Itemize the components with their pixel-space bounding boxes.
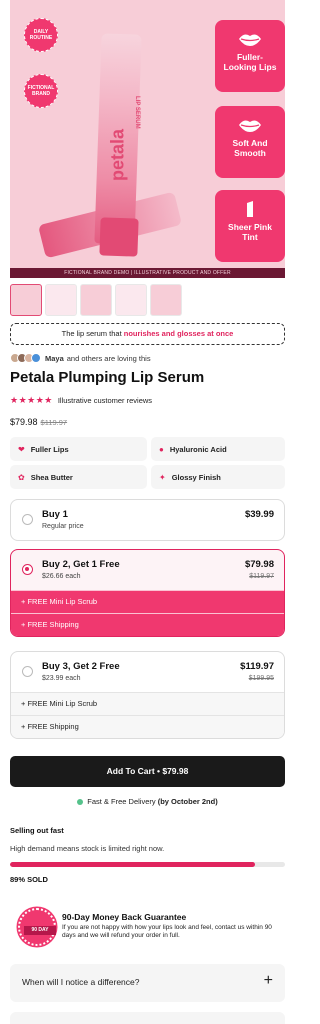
social-proof: Maya and others are loving this xyxy=(10,352,151,364)
stock-progress-bar xyxy=(10,862,285,867)
status-dot-icon xyxy=(77,799,84,806)
bundle-compare-price: $119.97 xyxy=(249,573,274,580)
delivery-info: Fast & Free Delivery (by October 2nd) xyxy=(0,797,295,806)
stock-heading: Selling out fast xyxy=(10,826,64,835)
thumbnail[interactable] xyxy=(80,284,112,316)
bundle-price: $39.99 xyxy=(244,509,274,520)
benefit-card-soft: Soft And Smooth xyxy=(215,106,285,178)
tube-sub-label: LIP SERUM xyxy=(134,96,140,129)
promo-highlight: nourishes and glosses at once xyxy=(123,329,234,338)
bundle-name: Buy 2, Get 1 Free xyxy=(42,559,120,570)
compare-price: $119.97 xyxy=(40,418,68,427)
guarantee-seal-icon: 90 DAY xyxy=(18,908,56,946)
bundle-option-3[interactable]: Buy 3, Get 2 Free $23.99 each $119.97 $1… xyxy=(10,651,285,739)
thumbnail[interactable] xyxy=(150,284,182,316)
feature-label: Fuller Lips xyxy=(30,444,69,454)
feature-glossy-finish: ✦ Glossy Finish xyxy=(151,465,285,489)
benefit-card-tint: Sheer Pink Tint xyxy=(215,190,285,262)
bundle-bonus: + FREE Shipping xyxy=(11,613,284,636)
social-name: Maya xyxy=(45,353,64,363)
delivery-text: Fast & Free Delivery xyxy=(87,797,158,806)
bundle-name: Buy 1 xyxy=(42,509,68,520)
promo-prefix: The lip serum that xyxy=(61,329,124,338)
bundle-price: $119.97 xyxy=(240,661,274,672)
radio-button[interactable] xyxy=(22,666,33,677)
promo-banner: The lip serum that nourishes and glosses… xyxy=(10,323,285,345)
lips-icon: ❤ xyxy=(18,444,25,454)
product-title: Petala Plumping Lip Serum xyxy=(10,369,205,386)
thumbnail[interactable] xyxy=(115,284,147,316)
bundle-compare-price: $199.95 xyxy=(248,675,274,682)
star-rating-icon: ★★★★★ xyxy=(10,395,53,405)
thumbnail[interactable] xyxy=(10,284,42,316)
bundle-bonus: + FREE Shipping xyxy=(11,715,284,738)
guarantee-title: 90-Day Money Back Guarantee xyxy=(62,912,187,922)
stock-progress-fill xyxy=(10,862,255,867)
bundle-option-1[interactable]: Buy 1 Regular price $39.99 xyxy=(10,499,285,541)
social-text: and others are loving this xyxy=(66,353,151,363)
verified-icon xyxy=(31,353,41,363)
delivery-date: (by October 2nd) xyxy=(157,797,218,806)
feature-fuller-lips: ❤ Fuller Lips xyxy=(10,437,147,461)
bundle-subtext: $23.99 each xyxy=(42,675,81,682)
bundle-bonus: + FREE Mini Lip Scrub xyxy=(11,692,284,715)
feature-label: Shea Butter xyxy=(30,472,73,482)
benefit-text: Soft And Smooth xyxy=(232,138,268,158)
bundle-subtext: $26.66 each xyxy=(42,573,81,580)
bundle-name: Buy 3, Get 2 Free xyxy=(42,661,120,672)
plus-icon[interactable]: + xyxy=(264,972,273,990)
stock-text: High demand means stock is limited right… xyxy=(10,844,165,853)
tube-cap-graphic xyxy=(99,217,139,257)
hero-caption: FICTIONAL BRAND DEMO | ILLUSTRATIVE PROD… xyxy=(10,268,285,278)
thumbnail[interactable] xyxy=(45,284,77,316)
guarantee-section: 90 DAY 90-Day Money Back Guarantee If yo… xyxy=(10,908,285,948)
rating-row[interactable]: ★★★★★ Illustrative customer reviews xyxy=(10,395,152,406)
bundle-header: Buy 2, Get 1 Free $26.66 each $79.98 $11… xyxy=(11,550,284,590)
guarantee-text: If you are not happy with how your lips … xyxy=(62,924,272,939)
benefit-card-fuller-lips: Fuller-Looking Lips xyxy=(215,20,285,92)
feature-shea-butter: ✿ Shea Butter xyxy=(10,465,147,489)
faq-question: When will I notice a difference? xyxy=(22,977,140,987)
lips-icon xyxy=(239,34,261,46)
feature-grid: ❤ Fuller Lips ● Hyaluronic Acid ✿ Shea Butt… xyxy=(10,437,285,489)
avatar-group xyxy=(10,353,41,363)
lipstick-icon xyxy=(247,201,253,217)
gloss-icon: ✦ xyxy=(159,472,166,482)
feature-label: Glossy Finish xyxy=(171,472,221,482)
feature-hyaluronic-acid: ● Hyaluronic Acid xyxy=(151,437,285,461)
radio-button[interactable] xyxy=(22,514,33,525)
seal-label: 90 DAY xyxy=(24,926,56,935)
price-row: $79.98 $119.97 xyxy=(10,417,67,427)
bundle-option-2[interactable]: Buy 2, Get 1 Free $26.66 each $79.98 $11… xyxy=(10,549,285,637)
brand-logo: petala xyxy=(107,128,128,182)
current-price: $79.98 xyxy=(10,417,38,427)
bundle-subtext: Regular price xyxy=(42,523,84,530)
bundle-header: Buy 1 Regular price $39.99 xyxy=(11,500,284,540)
feature-label: Hyaluronic Acid xyxy=(169,444,227,454)
butter-icon: ✿ xyxy=(18,472,25,482)
drop-icon: ● xyxy=(159,444,164,454)
lips-icon xyxy=(239,120,261,132)
bundle-header: Buy 3, Get 2 Free $23.99 each $119.97 $1… xyxy=(11,652,284,692)
sold-label: 89% SOLD xyxy=(10,875,48,884)
thumbnail-strip xyxy=(10,284,285,316)
radio-button[interactable] xyxy=(22,564,33,575)
hero-image: DAILY ROUTINE FICTIONAL BRAND petala LIP… xyxy=(10,0,285,278)
bundle-bonus: + FREE Mini Lip Scrub xyxy=(11,590,284,613)
daily-routine-badge: DAILY ROUTINE xyxy=(24,18,58,52)
benefit-text: Fuller-Looking Lips xyxy=(223,52,277,72)
add-to-cart-button[interactable]: Add To Cart • $79.98 xyxy=(10,756,285,787)
reviews-label: Illustrative customer reviews xyxy=(57,396,153,405)
faq-item[interactable] xyxy=(10,1012,285,1024)
fictional-brand-badge: FICTIONAL BRAND xyxy=(24,74,58,108)
faq-item[interactable]: When will I notice a difference? + xyxy=(10,964,285,1002)
bundle-price: $79.98 xyxy=(244,559,274,570)
benefit-text: Sheer Pink Tint xyxy=(228,222,272,242)
